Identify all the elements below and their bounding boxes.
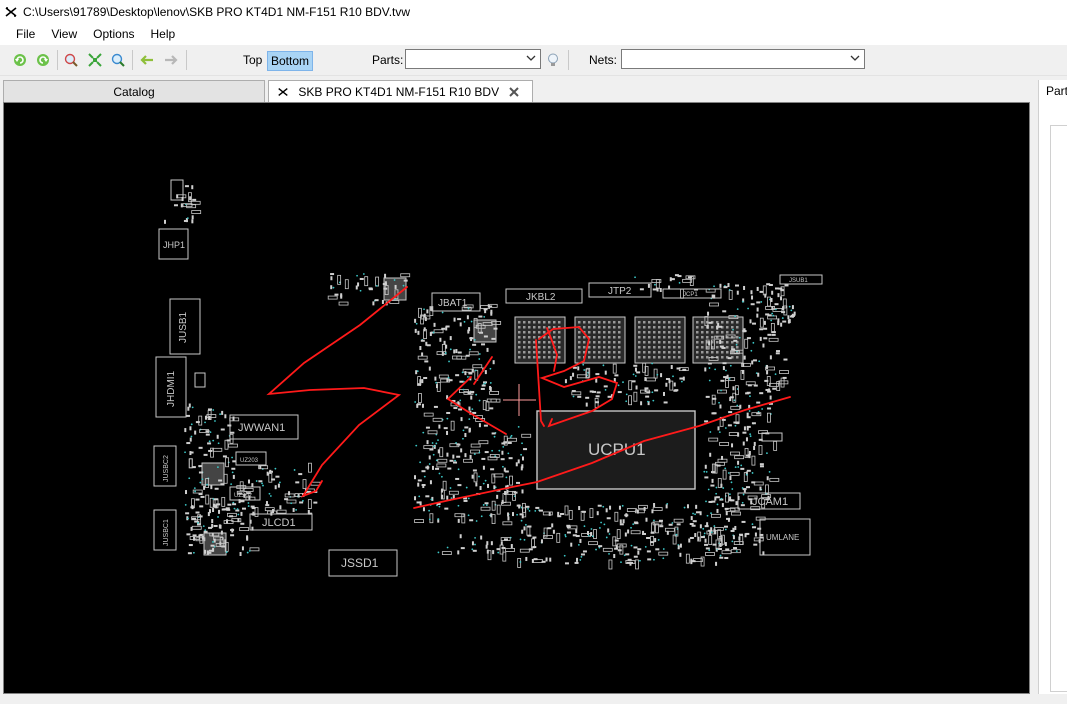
zoom-out-icon (111, 53, 125, 67)
label-jwwan1: JWWAN1 (238, 422, 285, 434)
zoom-out-button[interactable] (109, 51, 127, 69)
lightbulb-icon (548, 53, 558, 66)
menu-file[interactable]: File (0, 24, 43, 45)
parts-panel: Parts (1038, 80, 1067, 694)
label-jcp1: JCP1 (683, 292, 698, 298)
menu-help[interactable]: Help (143, 24, 184, 45)
rotate-right-button[interactable] (34, 51, 52, 69)
rotate-right-icon (37, 54, 49, 66)
chevron-down-icon (526, 55, 536, 61)
label-jusbc1: JUSBC1 (163, 519, 170, 546)
back-button[interactable] (138, 51, 156, 69)
locate-part-button[interactable] (544, 51, 562, 69)
label-umlane: UMLANE (766, 533, 799, 542)
app-icon (5, 7, 17, 17)
menu-view[interactable]: View (43, 24, 85, 45)
tab-board-file-label: SKB PRO KT4D1 NM-F151 R10 BDV (298, 85, 500, 99)
rotate-left-button[interactable] (11, 51, 29, 69)
label-jtp2: JTP2 (608, 286, 632, 297)
rotate-left-icon (14, 54, 26, 66)
label-jusb1: JUSB1 (178, 311, 189, 343)
zoom-in-button[interactable] (62, 51, 80, 69)
title-bar: C:\Users\91789\Desktop\lenov\SKB PRO KT4… (0, 0, 1067, 24)
board-viewer[interactable]: JHP1 JUSB1 JHDMI1 JWWAN1 JUSBC2 JUSBC1 U… (3, 102, 1030, 694)
arrow-left-icon (140, 55, 153, 65)
toolbar: Top Bottom Parts: Nets: (0, 45, 1067, 76)
label-uz202: UZ202 (234, 493, 253, 499)
layer-bottom-toggle[interactable]: Bottom (267, 51, 314, 71)
arrow-right-icon (165, 55, 178, 65)
fit-view-icon (88, 53, 102, 67)
forward-button[interactable] (162, 51, 180, 69)
label-jsub1: JSUB1 (789, 278, 808, 284)
label-jbat1: JBAT1 (438, 298, 468, 309)
label-jcam1: JCAM1 (752, 496, 788, 508)
close-icon[interactable] (508, 86, 520, 98)
label-jssd1: JSSD1 (341, 556, 379, 570)
window-title: C:\Users\91789\Desktop\lenov\SKB PRO KT4… (23, 5, 411, 19)
label-ucpu1: UCPU1 (588, 440, 646, 459)
zoom-in-icon (64, 53, 78, 67)
fit-view-button[interactable] (86, 51, 104, 69)
nets-label: Nets: (589, 53, 618, 67)
parts-label: Parts: (372, 53, 404, 67)
layer-top-toggle[interactable]: Top (240, 51, 265, 69)
tab-board-file[interactable]: SKB PRO KT4D1 NM-F151 R10 BDV (268, 80, 533, 103)
label-jusbc2: JUSBC2 (163, 455, 170, 482)
document-tabs: Catalog SKB PRO KT4D1 NM-F151 R10 BDV (0, 80, 1040, 103)
parts-list[interactable] (1050, 125, 1067, 692)
label-uz203: UZ203 (240, 458, 259, 464)
menu-bar: File View Options Help (0, 24, 1067, 45)
app-icon (278, 88, 288, 96)
status-bar (0, 695, 1067, 704)
chevron-down-icon (850, 55, 860, 61)
tab-catalog-label: Catalog (113, 85, 155, 99)
menu-options[interactable]: Options (85, 24, 142, 45)
label-jhp1: JHP1 (163, 240, 185, 250)
tab-catalog[interactable]: Catalog (3, 80, 265, 102)
parts-combobox[interactable] (405, 49, 541, 69)
label-jkbl2: JKBL2 (526, 292, 556, 303)
label-jhdmi1: JHDMI1 (166, 370, 177, 407)
label-jlcd1: JLCD1 (262, 517, 296, 529)
crosshair-cursor (503, 384, 536, 416)
board-canvas[interactable]: JHP1 JUSB1 JHDMI1 JWWAN1 JUSBC2 JUSBC1 U… (4, 103, 1029, 693)
parts-panel-header: Parts (1046, 84, 1067, 98)
nets-combobox[interactable] (621, 49, 865, 69)
